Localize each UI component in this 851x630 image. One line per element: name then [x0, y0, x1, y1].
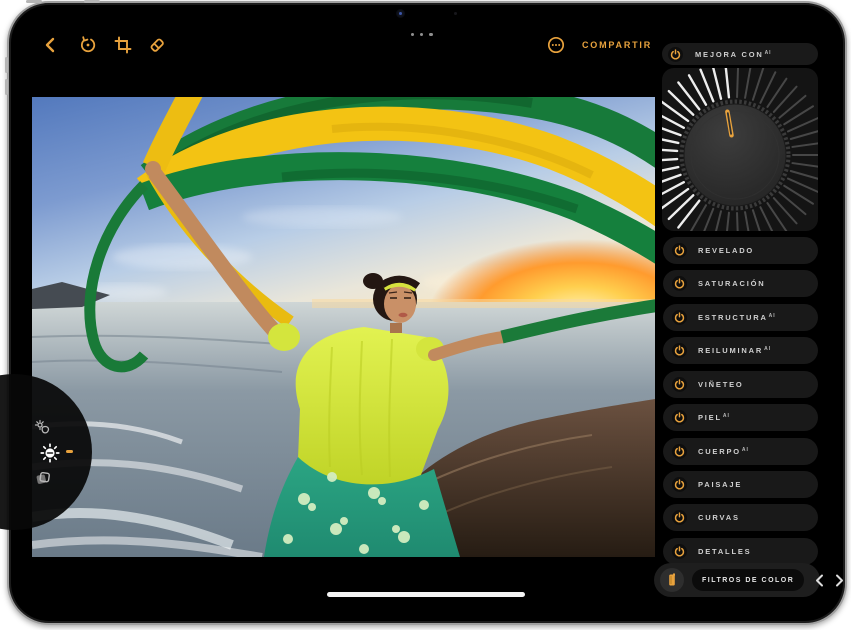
adjustment-label: REVELADO	[698, 246, 755, 255]
adjustment-row-revelado[interactable]: REVELADO	[663, 237, 818, 264]
eraser-icon[interactable]	[148, 36, 166, 54]
adjustment-row-cuerpo[interactable]: CUERPOAI	[663, 438, 818, 465]
enhance-with-ai-card[interactable]: MEJORA CONAI	[662, 43, 818, 65]
wheel-selection-tick	[66, 450, 73, 453]
volume-button	[84, 0, 100, 3]
side-button-2	[5, 79, 8, 95]
power-icon[interactable]	[672, 343, 687, 358]
adjustment-label: DETALLES	[698, 547, 752, 556]
adjustment-label: CURVAS	[698, 513, 741, 522]
adjustment-label: VIÑETEO	[698, 380, 745, 389]
power-icon[interactable]	[672, 444, 687, 459]
top-button	[26, 0, 42, 3]
power-icon[interactable]	[668, 47, 683, 62]
photo-artwork	[32, 97, 655, 557]
apple-marketing-canvas: COMPARTIR MEJORA CONAI	[0, 0, 851, 630]
enhance-dial[interactable]	[662, 68, 818, 231]
power-icon[interactable]	[672, 310, 687, 325]
power-icon[interactable]	[672, 410, 687, 425]
adjustment-row-curvas[interactable]: CURVAS	[663, 504, 818, 531]
enhance-dial-panel[interactable]	[662, 68, 818, 231]
multitasking-dots[interactable]	[411, 33, 433, 36]
adjustment-label: SATURACIÓN	[698, 279, 766, 288]
filters-icon[interactable]	[34, 469, 52, 487]
adjustment-label: ESTRUCTURAAI	[698, 313, 776, 322]
power-icon[interactable]	[672, 276, 687, 291]
adjustment-row-piel[interactable]: PIELAI	[663, 404, 818, 431]
filters-next-icon[interactable]	[835, 574, 844, 587]
adjustment-row-saturacion[interactable]: SATURACIÓN	[663, 270, 818, 297]
adjustment-row-reiluminar[interactable]: REILUMINARAI	[663, 337, 818, 364]
crop-icon[interactable]	[114, 36, 132, 54]
power-icon[interactable]	[672, 377, 687, 392]
color-filters-label: FILTROS DE COLOR	[702, 577, 794, 584]
power-icon[interactable]	[672, 544, 687, 559]
adjustment-label: CUERPOAI	[698, 447, 749, 456]
film-roll-icon[interactable]	[660, 568, 684, 592]
side-button-1	[5, 57, 8, 73]
power-icon[interactable]	[672, 243, 687, 258]
adjustment-row-vineteo[interactable]: VIÑETEO	[663, 371, 818, 398]
color-filters-bar[interactable]: FILTROS DE COLOR	[654, 563, 820, 597]
undo-icon[interactable]	[79, 36, 97, 54]
selective-light-icon[interactable]	[34, 419, 52, 437]
ambient-sensor	[454, 12, 457, 15]
back-icon[interactable]	[42, 36, 60, 54]
adjustment-label: PAISAJE	[698, 480, 743, 489]
adjustment-label: REILUMINARAI	[698, 346, 771, 355]
adjustment-row-estructura[interactable]: ESTRUCTURAAI	[663, 304, 818, 331]
enhance-label: MEJORA CONAI	[695, 50, 772, 59]
adjustment-row-paisaje[interactable]: PAISAJE	[663, 471, 818, 498]
adjustment-row-detalles[interactable]: DETALLES	[663, 538, 818, 565]
front-camera	[396, 9, 405, 18]
share-button[interactable]: COMPARTIR	[582, 40, 652, 50]
color-filters-pill[interactable]: FILTROS DE COLOR	[692, 569, 804, 591]
power-icon[interactable]	[672, 510, 687, 525]
more-options-icon[interactable]	[547, 36, 565, 54]
power-icon[interactable]	[672, 477, 687, 492]
photo-canvas[interactable]	[32, 97, 655, 557]
home-indicator[interactable]	[327, 592, 525, 597]
adjust-brightness-icon[interactable]	[40, 443, 60, 463]
filters-prev-icon[interactable]	[815, 574, 824, 587]
adjustment-label: PIELAI	[698, 413, 730, 422]
